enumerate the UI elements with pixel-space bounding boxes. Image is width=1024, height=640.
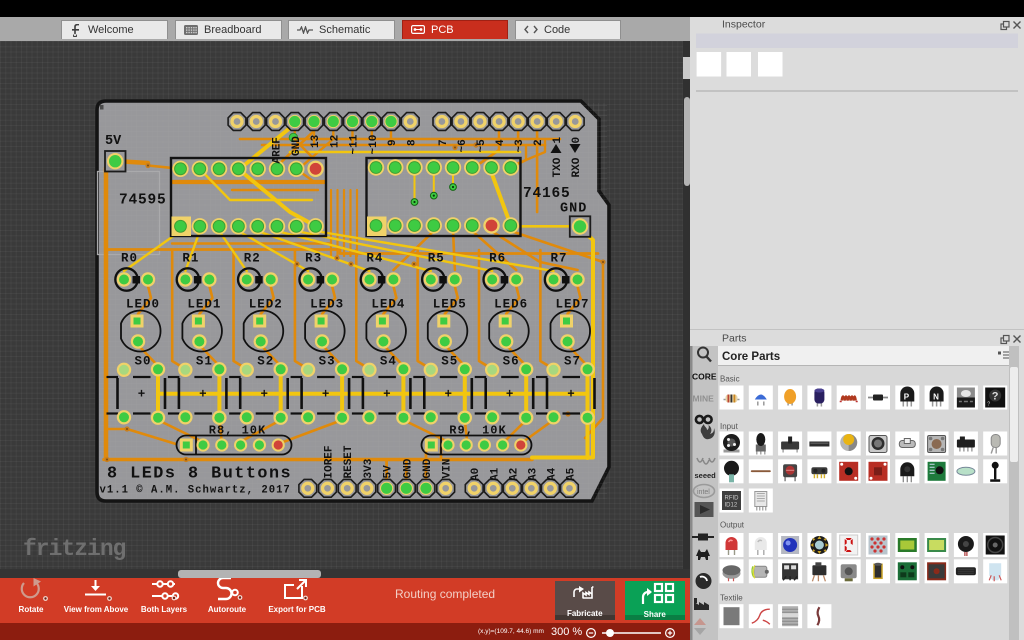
svg-text:LED1: LED1 [187,298,221,312]
svg-text:12: 12 [329,135,341,148]
svg-text:CORE: CORE [692,372,717,382]
svg-text:+: + [138,388,146,402]
svg-text:74165: 74165 [523,186,571,202]
svg-text:+: + [445,388,453,402]
svg-text:S1: S1 [196,355,213,369]
svg-text:AREF: AREF [272,137,284,163]
svg-text:8: 8 [406,139,418,146]
svg-text:R8, 10K: R8, 10K [209,424,266,438]
svg-text:LED3: LED3 [310,298,344,312]
svg-text:A2: A2 [508,468,520,481]
svg-text:GND: GND [291,136,303,156]
svg-text:A1: A1 [489,467,501,481]
svg-text:~6: ~6 [457,139,469,152]
svg-text:Output: Output [720,521,745,530]
svg-text:MINE: MINE [693,394,715,404]
svg-text:P: P [904,393,910,402]
svg-text:GND: GND [560,202,587,217]
svg-text:LED5: LED5 [433,298,467,312]
svg-text:RFID: RFID [725,496,740,502]
svg-text:GND: GND [402,458,414,478]
svg-text:S7: S7 [564,355,581,369]
svg-text:13: 13 [310,134,322,148]
svg-text:TXO: TXO [552,157,564,177]
svg-text:5V: 5V [105,134,122,149]
svg-text:A0: A0 [470,468,482,481]
svg-text:0: 0 [571,137,583,144]
svg-text:+: + [322,388,330,402]
svg-text:R5: R5 [428,252,445,266]
svg-text:~10: ~10 [368,135,380,155]
svg-text:Inspector: Inspector [722,19,766,31]
svg-text:~3: ~3 [514,139,526,153]
svg-text:R1: R1 [182,252,199,266]
svg-text:?: ? [992,391,999,403]
svg-text:+: + [199,388,207,402]
svg-text:S0: S0 [134,355,151,369]
svg-text:seeed: seeed [695,471,717,480]
svg-text:4: 4 [495,139,507,146]
svg-text:LED6: LED6 [494,298,528,312]
svg-text:9: 9 [387,139,399,146]
svg-text:R7: R7 [551,252,568,266]
svg-text:R9, 10K: R9, 10K [449,424,506,438]
svg-text:R6: R6 [489,252,506,266]
svg-text:Core Parts: Core Parts [722,351,780,363]
svg-text:S3: S3 [319,355,336,369]
svg-text:+: + [383,388,391,402]
svg-text:LED2: LED2 [249,298,283,312]
svg-text:5V: 5V [383,465,395,479]
svg-text:+: + [506,388,514,402]
svg-text:~11: ~11 [349,134,361,154]
svg-text:S4: S4 [380,355,397,369]
svg-text:S5: S5 [441,355,458,369]
svg-text:R0: R0 [121,252,138,266]
svg-text:v1.1 © A.M. Schwartz, 2017: v1.1 © A.M. Schwartz, 2017 [100,485,291,497]
svg-text:S6: S6 [503,355,520,369]
svg-text:Textile: Textile [720,594,743,603]
svg-text:intel: intel [697,489,710,496]
svg-text:S2: S2 [257,355,274,369]
svg-text:R3: R3 [305,252,322,266]
svg-text:+: + [260,388,268,402]
svg-text:LED4: LED4 [371,298,405,312]
svg-text:3V3: 3V3 [363,458,375,478]
svg-text:Parts: Parts [722,333,747,345]
svg-text:LED7: LED7 [556,298,590,312]
svg-text:~5: ~5 [476,139,488,153]
svg-text:Input: Input [720,422,739,431]
svg-text:1: 1 [552,137,564,144]
svg-text:R2: R2 [244,252,261,266]
svg-text:R4: R4 [366,252,383,266]
svg-text:ID12: ID12 [725,503,738,509]
svg-text:2: 2 [533,139,545,146]
svg-text:N: N [933,393,939,402]
svg-text:LED0: LED0 [126,298,160,312]
svg-text:+: + [567,388,575,402]
svg-text:?: ? [987,402,990,408]
svg-text:7: 7 [438,139,450,146]
svg-text:A4: A4 [546,467,558,481]
svg-text:VIN: VIN [442,459,454,479]
svg-text:GND: GND [422,458,434,478]
svg-text:Basic: Basic [720,375,740,384]
svg-text:RXO: RXO [571,157,583,177]
svg-text:A3: A3 [527,467,539,481]
svg-text:A5: A5 [565,467,577,481]
svg-text:IOREF: IOREF [324,445,336,478]
svg-text:RESET: RESET [343,445,355,478]
svg-text:74595: 74595 [119,193,167,209]
svg-text:8 LEDs 8 Buttons: 8 LEDs 8 Buttons [107,465,292,484]
